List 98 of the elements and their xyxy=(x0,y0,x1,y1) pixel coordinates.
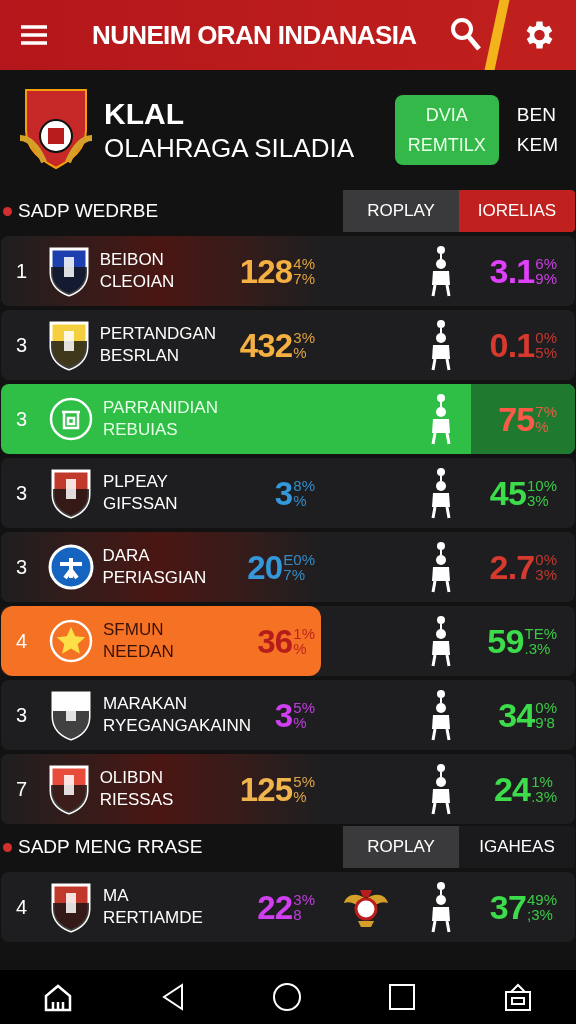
score-value: 432 xyxy=(239,328,293,362)
team-name: BEIBON xyxy=(99,249,165,271)
rank-number: 3 xyxy=(15,481,29,506)
team-name: PARRANIDIAN xyxy=(103,397,219,419)
score-percent: 0% xyxy=(535,330,557,345)
score-percent: 3% xyxy=(535,567,557,582)
score-value: 3 xyxy=(274,698,293,732)
team-name: DARA xyxy=(102,545,151,567)
score-percent: 3% xyxy=(526,493,550,508)
team-crest-icon xyxy=(48,396,94,442)
score-value: 0.1 xyxy=(489,328,535,362)
score-percent: 7% xyxy=(293,271,315,286)
rank-number: 3 xyxy=(15,703,29,728)
section-tab[interactable]: IORELIAS xyxy=(459,190,575,232)
score-value: 36 xyxy=(257,624,293,658)
rank-number: 4 xyxy=(15,629,29,654)
team-name: MARAKAN xyxy=(103,693,189,715)
menu-icon[interactable] xyxy=(20,24,48,46)
score-value: 20 xyxy=(247,550,283,584)
score-percent: % xyxy=(293,345,308,360)
score-percent: 9'8 xyxy=(535,715,556,730)
score-percent: % xyxy=(293,715,308,730)
score-percent: .3% xyxy=(531,789,557,804)
team-name: NEEDAN xyxy=(103,641,175,663)
rank-number: 1 xyxy=(15,259,29,284)
score-value: 37 xyxy=(489,890,526,924)
score-value: 3.1 xyxy=(489,254,535,288)
home-circle-icon[interactable] xyxy=(271,982,302,1012)
score-percent: 7% xyxy=(535,404,557,419)
score-value: 2.7 xyxy=(489,550,535,584)
team-name: PLPEAY xyxy=(103,471,169,493)
score-percent: % xyxy=(293,641,308,656)
score-percent: 1% xyxy=(293,626,315,641)
score-percent: 49% xyxy=(526,892,557,907)
score-percent: 8 xyxy=(293,907,303,922)
team-name: PERTANDGAN xyxy=(99,323,218,345)
team-name: CLEOIAN xyxy=(99,271,176,293)
score-value: 45 xyxy=(489,476,526,510)
score-percent: % xyxy=(293,789,308,804)
score-percent: % xyxy=(535,419,550,434)
rank-number: 3 xyxy=(15,333,29,358)
score-percent: 9% xyxy=(535,271,557,286)
score-percent: 10% xyxy=(526,478,557,493)
score-percent: 3% xyxy=(293,330,315,345)
score-percent: 0% xyxy=(535,700,557,715)
team-name: SFMUN xyxy=(103,619,165,641)
section-tab[interactable]: ROPLAY xyxy=(343,190,459,232)
rank-number: 3 xyxy=(15,407,29,432)
score-percent: % xyxy=(293,493,308,508)
score-value: 34 xyxy=(498,698,535,732)
rank-number: 4 xyxy=(15,895,29,920)
side-label: BEN xyxy=(516,103,557,127)
score-percent: 5% xyxy=(535,345,557,360)
team-name: OLIBDN xyxy=(99,767,164,789)
star-crest-icon xyxy=(48,618,94,664)
rank-number: 3 xyxy=(15,555,29,580)
section-tab[interactable]: IGAHEAS xyxy=(459,826,575,868)
score-percent: 5% xyxy=(293,774,315,789)
team-name: BESRLAN xyxy=(99,345,180,367)
score-value: 24 xyxy=(494,772,531,806)
team-name: MA xyxy=(103,885,130,907)
team-name: RERTIAMDE xyxy=(103,907,204,929)
team-name: GIFSSAN xyxy=(103,493,179,515)
team-subtitle: OLAHRAGA SILADIA xyxy=(104,132,355,164)
score-value: 125 xyxy=(239,772,293,806)
score-percent: 4% xyxy=(293,256,315,271)
section-title: SADP WEDRBE xyxy=(18,198,160,223)
score-percent: 6% xyxy=(535,256,557,271)
team-name: PERIASGIAN xyxy=(102,567,208,589)
score-percent: TE% xyxy=(524,626,557,641)
score-percent: 5% xyxy=(293,700,315,715)
app-title: NUNEIM ORAN INDANASIA xyxy=(92,18,417,52)
score-percent: 0% xyxy=(535,552,557,567)
search-icon[interactable] xyxy=(450,17,482,53)
score-percent: 7% xyxy=(283,567,306,582)
section-tab[interactable]: ROPLAY xyxy=(343,826,459,868)
home-icon[interactable] xyxy=(43,982,74,1012)
score-percent: 8% xyxy=(293,478,315,493)
side-label: KEM xyxy=(516,133,558,157)
team-name: RYEGANGAKAINN xyxy=(103,715,249,737)
club-crest-icon xyxy=(18,88,94,172)
score-value: 59 xyxy=(487,624,524,658)
rank-number: 7 xyxy=(15,777,29,802)
team-name: REBUIAS xyxy=(103,419,179,441)
team-title: KLAL xyxy=(104,96,185,132)
store-icon[interactable] xyxy=(502,982,533,1012)
score-value: 22 xyxy=(257,890,293,924)
recents-icon[interactable] xyxy=(388,983,417,1011)
score-percent: .3% xyxy=(524,641,552,656)
section-title: SADP MENG RRASE xyxy=(18,834,204,859)
score-percent: E0% xyxy=(283,552,315,567)
score-percent: ;3% xyxy=(526,907,554,922)
score-percent: 1% xyxy=(531,774,554,789)
score-value: 75 xyxy=(498,402,535,436)
team-name: RIESSAS xyxy=(99,789,175,811)
score-value: 3 xyxy=(274,476,293,510)
score-value: 128 xyxy=(239,254,293,288)
score-percent: 3% xyxy=(293,892,315,907)
